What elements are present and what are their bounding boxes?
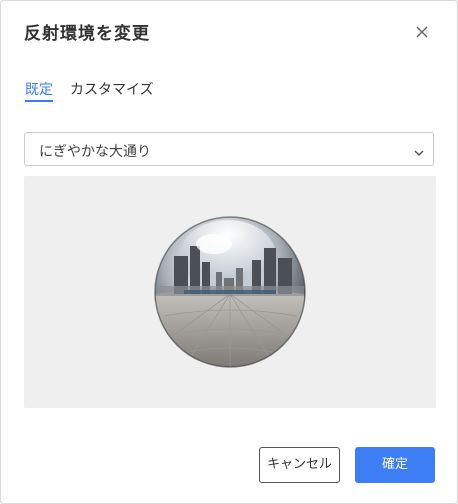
environment-select[interactable]: にぎやかな大通り <box>24 132 434 166</box>
confirm-button[interactable]: 確定 <box>355 447 435 483</box>
chrome-sphere-preview-image <box>154 216 306 368</box>
environment-preview <box>24 176 436 408</box>
environment-select-value: にぎやかな大通り <box>39 144 151 160</box>
cancel-button[interactable]: キャンセル <box>259 447 340 483</box>
dialog-title: 反射環境を変更 <box>24 24 150 44</box>
chevron-down-icon <box>413 144 425 157</box>
close-icon[interactable] <box>411 21 433 43</box>
tab-default[interactable]: 既定 <box>25 79 53 102</box>
tab-customize[interactable]: カスタマイズ <box>70 79 154 99</box>
reflection-environment-dialog: 反射環境を変更 既定 カスタマイズ にぎやかな大通り キャンセル 確定 <box>0 0 458 504</box>
